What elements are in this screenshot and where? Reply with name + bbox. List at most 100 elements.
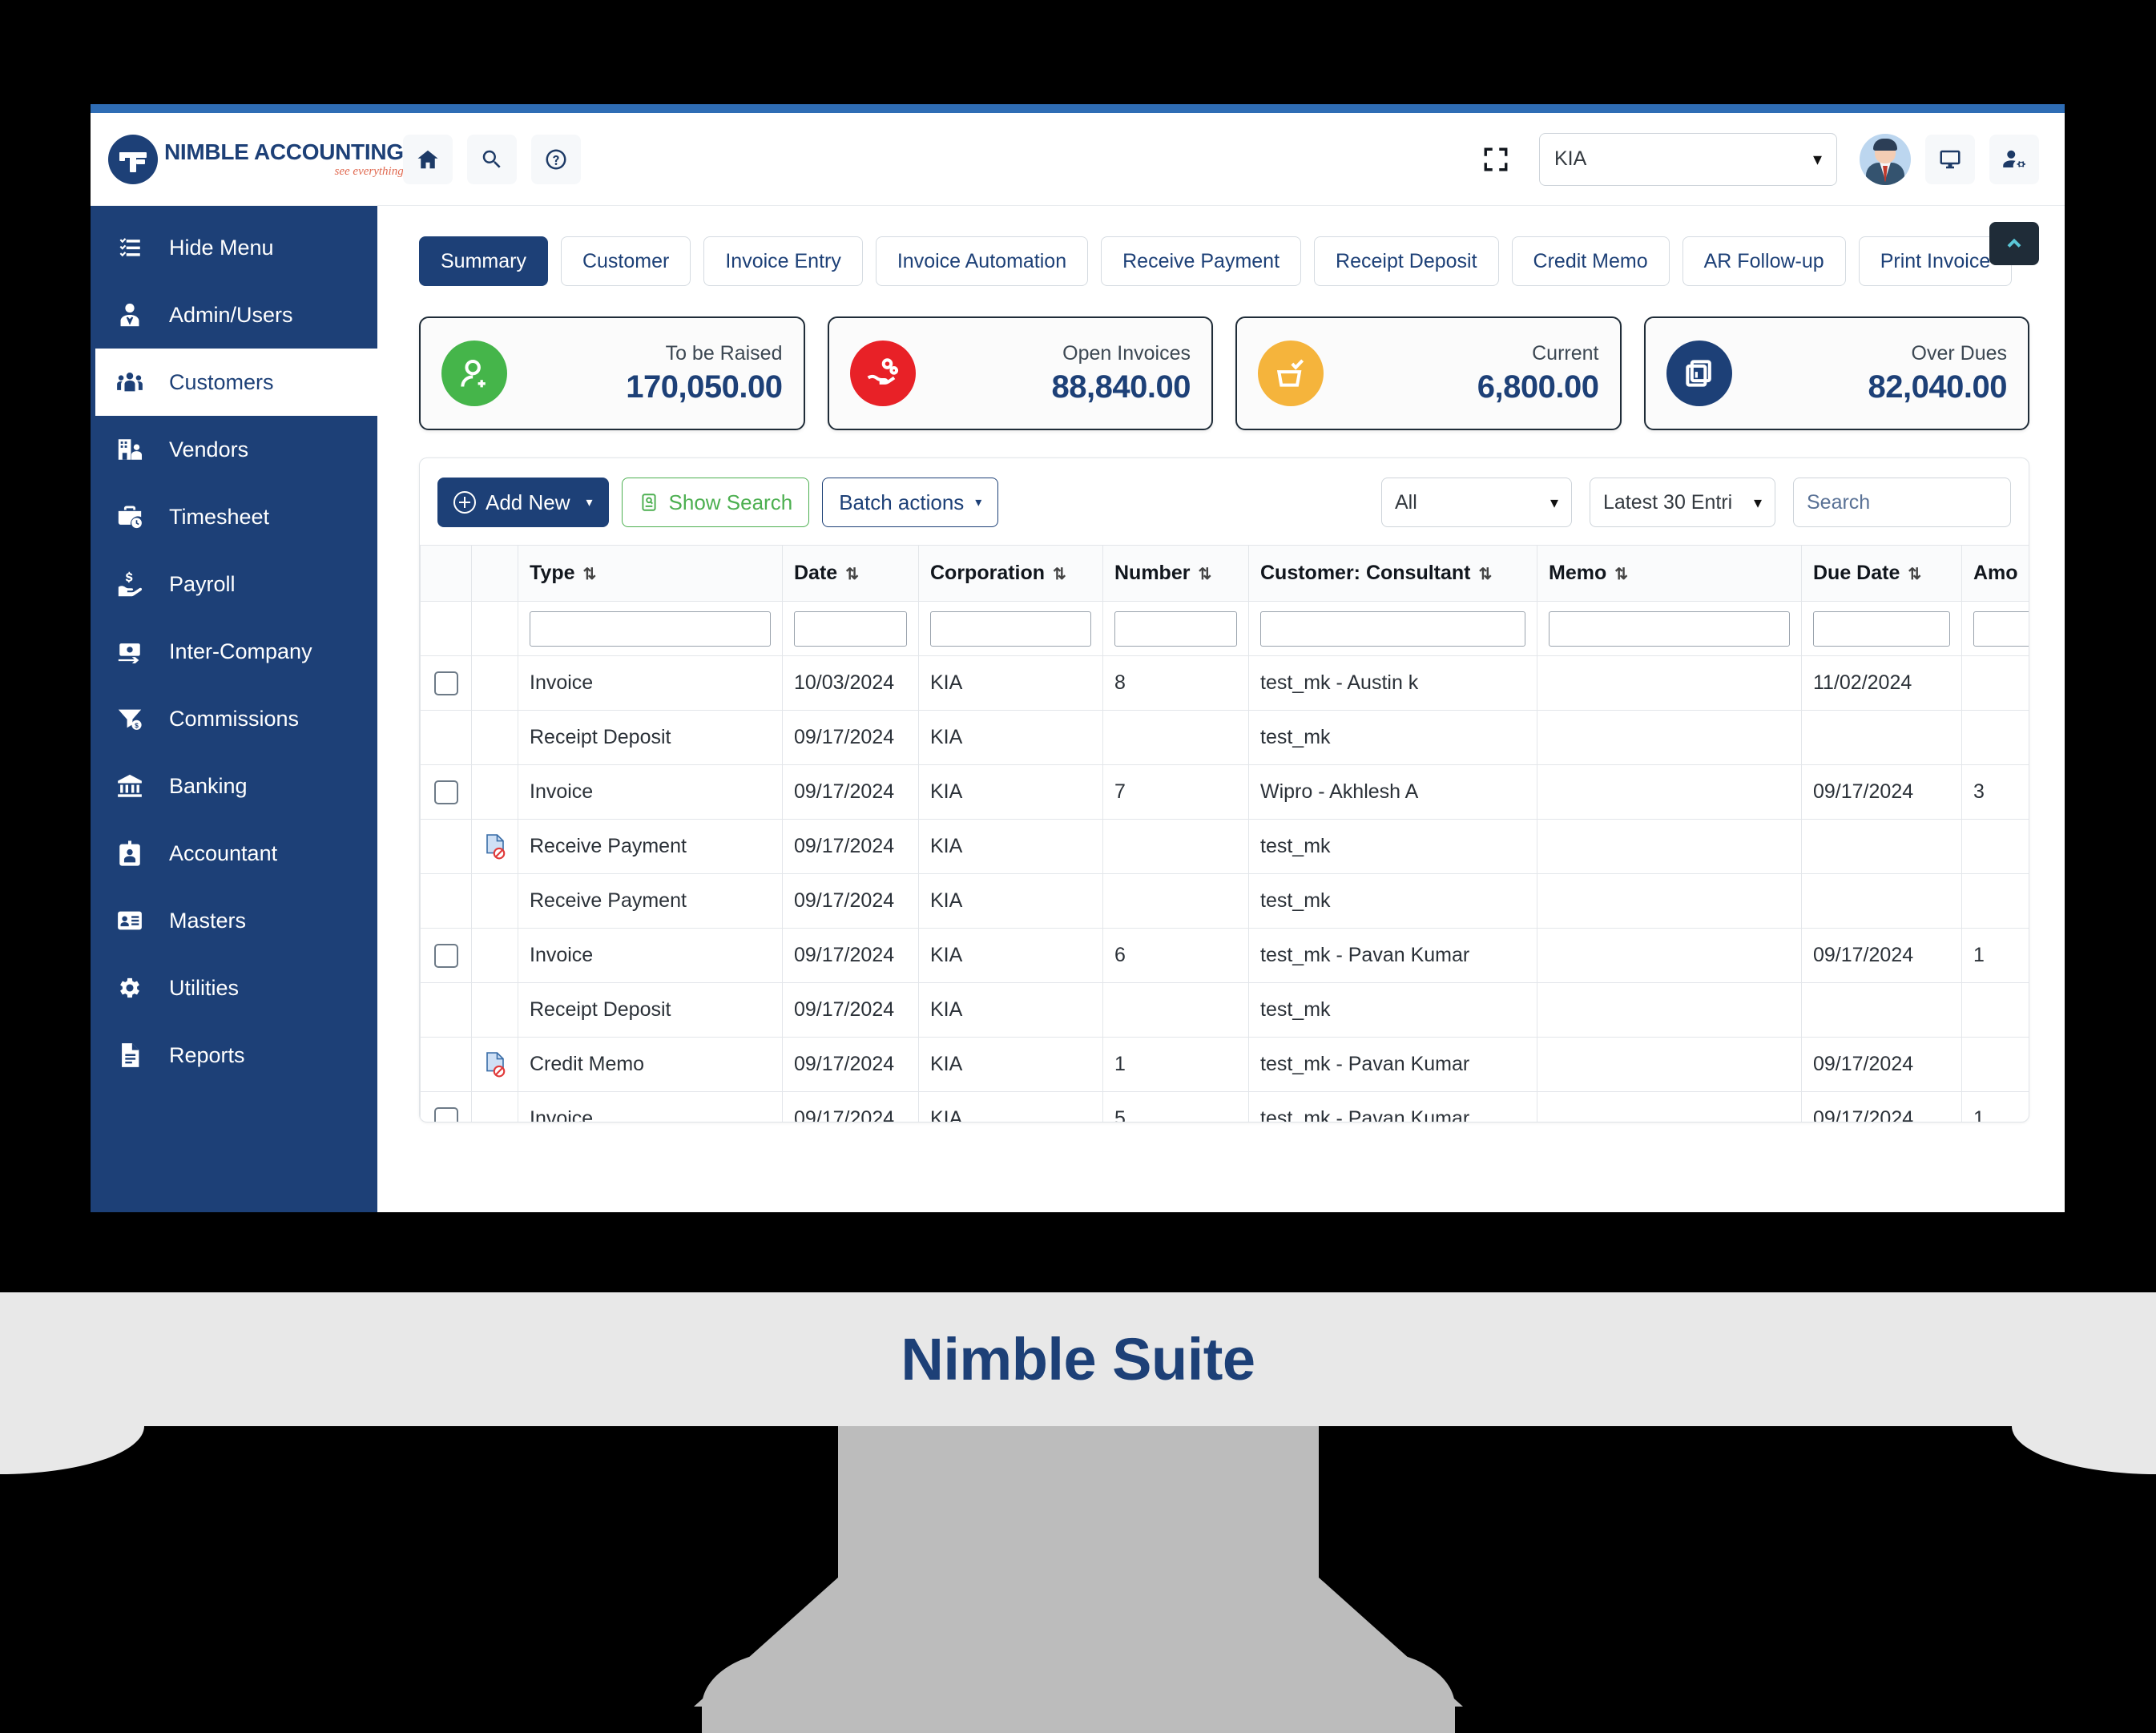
sidebar-item-reports[interactable]: Reports <box>91 1022 377 1089</box>
cell-corporation: KIA <box>918 873 1103 929</box>
sidebar-item-payroll[interactable]: Payroll <box>91 550 377 618</box>
row-doc-icon-cell <box>471 710 518 765</box>
tab-receive-payment[interactable]: Receive Payment <box>1101 236 1302 286</box>
cell-customer[interactable]: Wipro - Akhlesh A <box>1248 764 1537 820</box>
cell-type: Receive Payment <box>518 819 783 874</box>
cell-number[interactable] <box>1102 982 1249 1038</box>
table-row[interactable]: Invoice 09/17/2024 KIA 5 test_mk - Pavan… <box>420 1091 2029 1122</box>
cell-number[interactable]: 1 <box>1102 1037 1249 1092</box>
corporation-select[interactable]: KIA ▾ <box>1539 132 1837 186</box>
kpi-card-current[interactable]: Current 6,800.00 <box>1235 316 1622 430</box>
tab-customer[interactable]: Customer <box>560 236 691 286</box>
sidebar-item-utilities[interactable]: Utilities <box>91 954 377 1022</box>
cell-number[interactable] <box>1102 710 1249 765</box>
cell-number[interactable]: 5 <box>1102 1091 1249 1122</box>
entries-count-select[interactable]: Latest 30 Entri ▾ <box>1590 478 1775 527</box>
cell-date: 09/17/2024 <box>782 873 919 929</box>
user-plus-circle-icon <box>441 341 507 406</box>
table-row[interactable]: Receipt Deposit 09/17/2024 KIA test_mk <box>420 982 2029 1038</box>
cell-due-date <box>1801 982 1962 1038</box>
filter-input-amount[interactable] <box>1973 611 2029 647</box>
cell-customer[interactable]: test_mk - Pavan Kumar <box>1248 1037 1537 1092</box>
row-checkbox[interactable] <box>433 671 458 695</box>
sidebar-item-admin-users[interactable]: Admin/Users <box>91 281 377 349</box>
column-header-amount[interactable]: Amo <box>1961 545 2029 602</box>
tab-receipt-deposit[interactable]: Receipt Deposit <box>1314 236 1499 286</box>
cell-number[interactable]: 8 <box>1102 655 1249 711</box>
type-filter-select[interactable]: All ▾ <box>1381 478 1572 527</box>
sidebar-item-customers[interactable]: Customers <box>91 349 377 416</box>
sidebar-item-commissions[interactable]: $ Commissions <box>91 685 377 752</box>
table-row[interactable]: Receive Payment 09/17/2024 KIA test_mk <box>420 873 2029 929</box>
column-header-date[interactable]: Date ⇅ <box>782 545 919 602</box>
filter-input-number[interactable] <box>1114 611 1237 647</box>
cell-customer[interactable]: test_mk <box>1248 710 1537 765</box>
batch-actions-label: Batch actions <box>839 490 965 514</box>
tab-invoice-entry[interactable]: Invoice Entry <box>703 236 863 286</box>
table-row[interactable]: Receipt Deposit 09/17/2024 KIA test_mk <box>420 710 2029 765</box>
list-check-icon <box>116 234 153 261</box>
sidebar-item-accountant[interactable]: Accountant <box>91 820 377 887</box>
sidebar-item-masters[interactable]: Masters <box>91 887 377 954</box>
cell-customer[interactable]: test_mk - Pavan Kumar <box>1248 928 1537 983</box>
tab-summary[interactable]: Summary <box>419 236 548 286</box>
sidebar-item-banking[interactable]: Banking <box>91 752 377 820</box>
collapse-panel-button[interactable] <box>1989 222 2039 265</box>
expand-arrows-icon[interactable] <box>1473 137 1518 182</box>
kpi-card-open-invoices[interactable]: Open Invoices 88,840.00 <box>827 316 1213 430</box>
batch-actions-button[interactable]: Batch actions ▾ <box>822 478 999 527</box>
void-document-icon[interactable] <box>483 833 507 860</box>
column-header-corporation[interactable]: Corporation ⇅ <box>918 545 1103 602</box>
cell-number[interactable]: 7 <box>1102 764 1249 820</box>
table-row[interactable]: Credit Memo 09/17/2024 KIA 1 test_mk - P… <box>420 1037 2029 1092</box>
table-row[interactable]: Receive Payment 09/17/2024 KIA test_mk <box>420 819 2029 874</box>
row-checkbox[interactable] <box>433 780 458 804</box>
filter-input-memo[interactable] <box>1549 611 1790 647</box>
sidebar-item-inter-company[interactable]: Inter-Company <box>91 618 377 685</box>
cell-number[interactable] <box>1102 819 1249 874</box>
search-icon[interactable] <box>467 134 517 184</box>
sidebar-item-timesheet[interactable]: Timesheet <box>91 483 377 550</box>
table-row[interactable]: Invoice 09/17/2024 KIA 6 test_mk - Pavan… <box>420 928 2029 983</box>
filter-input-type[interactable] <box>530 611 771 647</box>
void-document-icon[interactable] <box>483 1051 507 1078</box>
column-header-number[interactable]: Number ⇅ <box>1102 545 1249 602</box>
column-header-due-date[interactable]: Due Date ⇅ <box>1801 545 1962 602</box>
sidebar-item-hide-menu[interactable]: Hide Menu <box>91 214 377 281</box>
sidebar-item-vendors[interactable]: Vendors <box>91 416 377 483</box>
avatar[interactable] <box>1860 133 1911 185</box>
tab-credit-memo[interactable]: Credit Memo <box>1511 236 1670 286</box>
home-icon[interactable] <box>403 134 453 184</box>
row-checkbox[interactable] <box>433 1106 458 1122</box>
help-circle-icon[interactable] <box>531 134 581 184</box>
table-row[interactable]: Invoice 09/17/2024 KIA 7 Wipro - Akhlesh… <box>420 764 2029 820</box>
column-header-customer-consultant[interactable]: Customer: Consultant ⇅ <box>1248 545 1537 602</box>
show-search-label: Show Search <box>668 490 793 514</box>
brand-logo[interactable]: NIMBLE ACCOUNTING see everything <box>108 134 404 184</box>
filter-input-customer[interactable] <box>1260 611 1525 647</box>
add-new-button[interactable]: Add New ▾ <box>437 478 609 527</box>
kpi-card-over-dues[interactable]: Over Dues 82,040.00 <box>1643 316 2029 430</box>
column-header-type[interactable]: Type ⇅ <box>518 545 783 602</box>
cell-customer[interactable]: test_mk <box>1248 873 1537 929</box>
row-checkbox[interactable] <box>433 943 458 968</box>
cell-customer[interactable]: test_mk <box>1248 819 1537 874</box>
column-header-memo[interactable]: Memo ⇅ <box>1537 545 1802 602</box>
filter-input-date[interactable] <box>794 611 907 647</box>
filter-cell-date <box>782 601 919 656</box>
filter-input-corporation[interactable] <box>930 611 1091 647</box>
table-row[interactable]: Invoice 10/03/2024 KIA 8 test_mk - Austi… <box>420 655 2029 711</box>
show-search-button[interactable]: Show Search <box>621 478 810 527</box>
tab-ar-follow-up[interactable]: AR Follow-up <box>1682 236 1846 286</box>
cell-customer[interactable]: test_mk <box>1248 982 1537 1038</box>
kpi-card-to-be-raised[interactable]: To be Raised 170,050.00 <box>419 316 805 430</box>
filter-input-due-date[interactable] <box>1813 611 1950 647</box>
user-gear-icon[interactable] <box>1989 134 2039 184</box>
cell-number[interactable] <box>1102 873 1249 929</box>
tab-invoice-automation[interactable]: Invoice Automation <box>875 236 1089 286</box>
monitor-icon[interactable] <box>1925 134 1975 184</box>
cell-customer[interactable]: test_mk - Austin k <box>1248 655 1537 711</box>
cell-number[interactable]: 6 <box>1102 928 1249 983</box>
cell-customer[interactable]: test_mk - Pavan Kumar <box>1248 1091 1537 1122</box>
search-input[interactable] <box>1793 478 2011 527</box>
